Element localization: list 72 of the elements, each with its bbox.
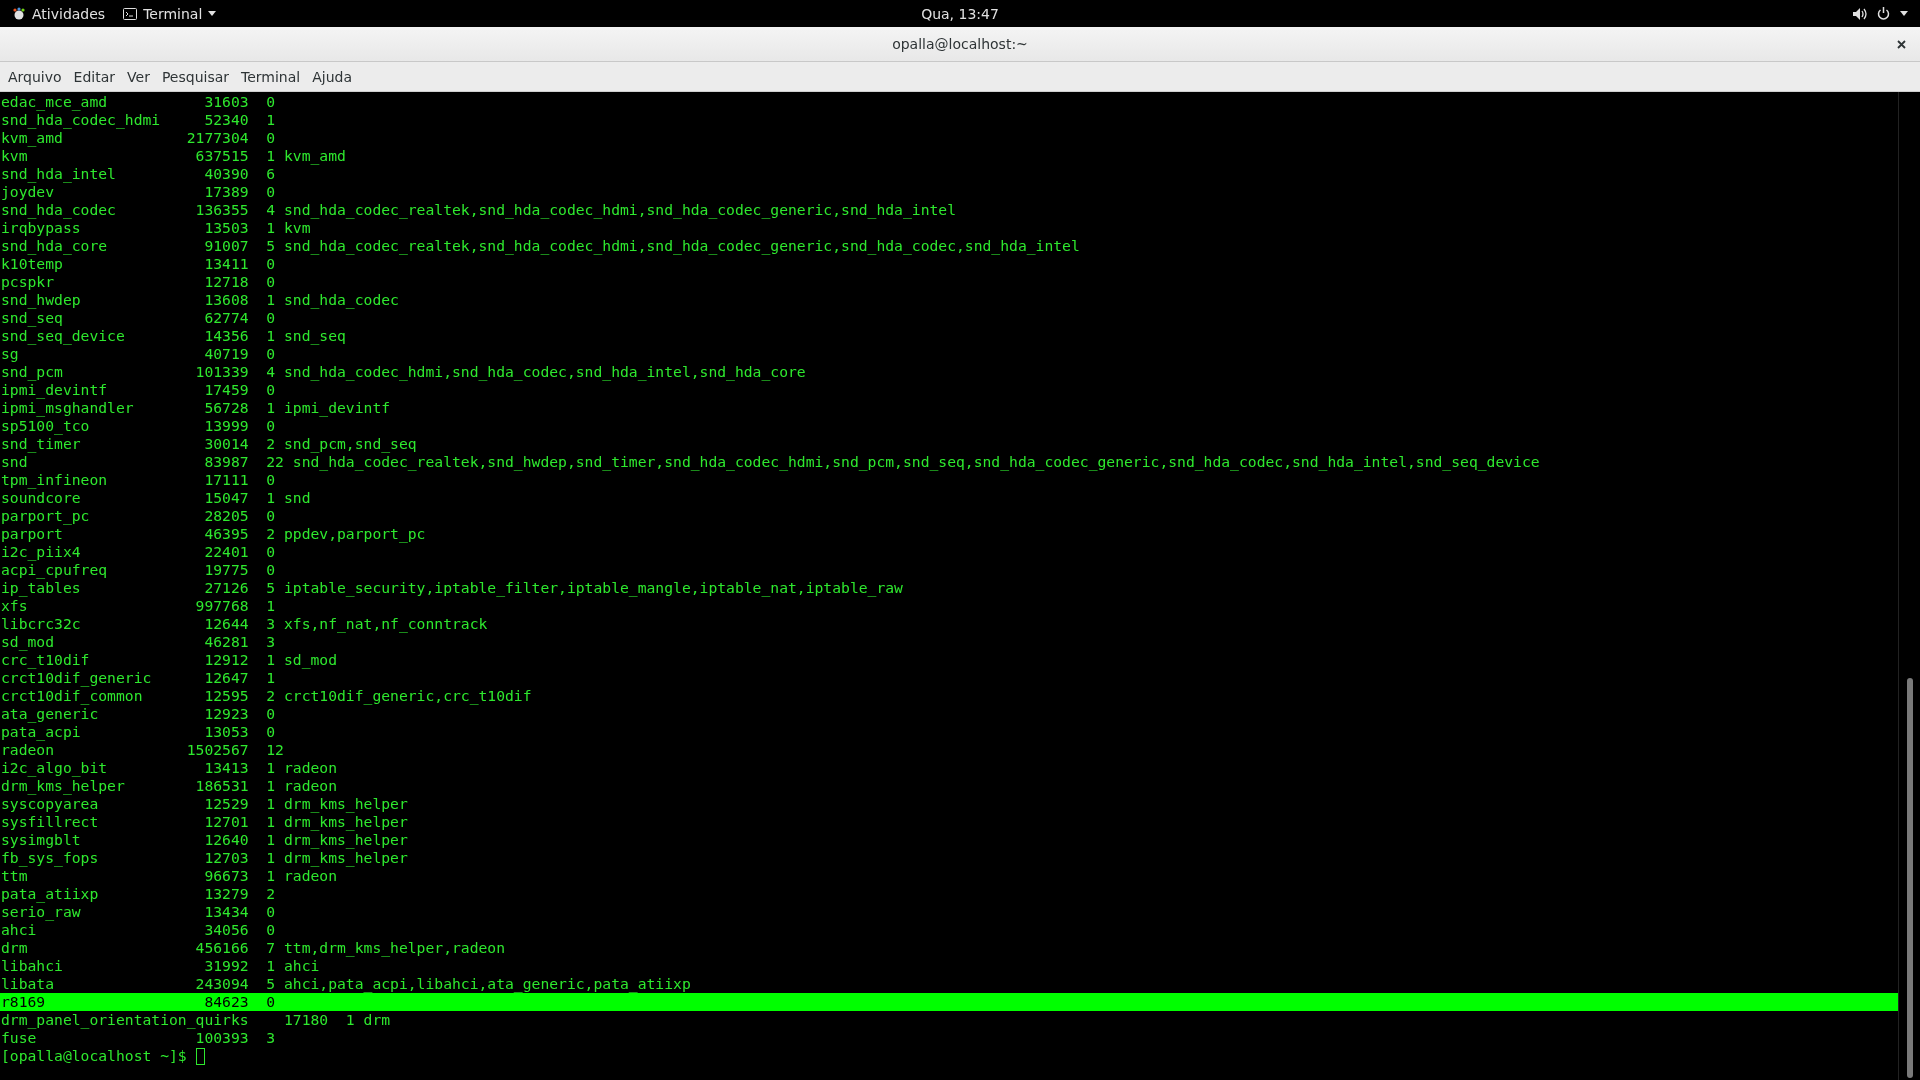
text-cursor [195, 1047, 205, 1065]
terminal-line: soundcore 15047 1 snd [0, 489, 312, 507]
terminal-line: snd_timer 30014 2 snd_pcm,snd_seq [0, 435, 418, 453]
terminal-line: snd 83987 22 snd_hda_codec_realtek,snd_hwdep,snd_timer,snd_hda_codec_hdmi,snd_pcm,snd_seq,snd_hda_codec_generic,snd_hda_codec,snd_hda_intel,snd_seq_device [0, 453, 1541, 471]
terminal-line: radeon 1502567 12 [0, 741, 285, 759]
terminal-line: snd_hda_intel 40390 6 [0, 165, 277, 183]
caret-icon[interactable] [1900, 11, 1908, 16]
foot-logo-icon [12, 6, 26, 21]
terminal-line: syscopyarea 12529 1 drm_kms_helper [0, 795, 409, 813]
terminal-line: ttm 96673 1 radeon [0, 867, 339, 885]
close-icon [1897, 40, 1906, 49]
terminal-line: acpi_cpufreq 19775 0 [0, 561, 277, 579]
terminal-line: snd_hda_codec 136355 4 snd_hda_codec_realtek,snd_hda_codec_hdmi,snd_hda_codec_generic,snd_hda_intel [0, 201, 957, 219]
terminal-line: parport_pc 28205 0 [0, 507, 277, 525]
terminal-line: edac_mce_amd 31603 0 [0, 93, 277, 111]
terminal-line: sysfillrect 12701 1 drm_kms_helper [0, 813, 409, 831]
window-title: opalla@localhost:~ [892, 36, 1028, 52]
terminal-line: ahci 34056 0 [0, 921, 277, 939]
menu-item[interactable]: Terminal [235, 64, 307, 89]
terminal-line: fb_sys_fops 12703 1 drm_kms_helper [0, 849, 409, 867]
terminal-line: tpm_infineon 17111 0 [0, 471, 277, 489]
terminal-line: snd_seq_device 14356 1 snd_seq [0, 327, 347, 345]
terminal-line: libata 243094 5 ahci,pata_acpi,libahci,ata_generic,pata_atiixp [0, 975, 692, 993]
menu-item[interactable]: Editar [67, 64, 122, 89]
terminal-line: snd_seq 62774 0 [0, 309, 277, 327]
terminal-line: joydev 17389 0 [0, 183, 277, 201]
terminal-line: ipmi_devintf 17459 0 [0, 381, 277, 399]
terminal-line: sd_mod 46281 3 [0, 633, 277, 651]
menu-item[interactable]: Ver [121, 64, 156, 89]
terminal-line: sysimgblt 12640 1 drm_kms_helper [0, 831, 409, 849]
menu-item[interactable]: Arquivo [2, 64, 68, 89]
menu-item[interactable]: Ajuda [306, 64, 359, 89]
terminal-line: ata_generic 12923 0 [0, 705, 277, 723]
terminal-line: i2c_algo_bit 13413 1 radeon [0, 759, 339, 777]
shell-prompt: [opalla@localhost ~]$ [0, 1047, 187, 1065]
terminal-line: snd_hda_core 91007 5 snd_hda_codec_realtek,snd_hda_codec_hdmi,snd_hda_codec_generic,snd_hda_codec,snd_hda_intel [0, 237, 1081, 255]
terminal-line: serio_raw 13434 0 [0, 903, 277, 921]
terminal-line: fuse 100393 3 [0, 1029, 277, 1047]
terminal-line: snd_pcm 101339 4 snd_hda_codec_hdmi,snd_hda_codec,snd_hda_intel,snd_hda_core [0, 363, 807, 381]
terminal-line: sp5100_tco 13999 0 [0, 417, 277, 435]
terminal-line: drm 456166 7 ttm,drm_kms_helper,radeon [0, 939, 507, 957]
terminal-line: irqbypass 13503 1 kvm [0, 219, 312, 237]
terminal-line: pata_atiixp 13279 2 [0, 885, 277, 903]
terminal-line: kvm 637515 1 kvm_amd [0, 147, 347, 165]
terminal-line: crct10dif_common 12595 2 crct10dif_generic,crc_t10dif [0, 687, 533, 705]
terminal-line: pcspkr 12718 0 [0, 273, 277, 291]
volume-icon[interactable] [1853, 7, 1867, 20]
terminal-line: xfs 997768 1 [0, 597, 277, 615]
terminal-line: libcrc32c 12644 3 xfs,nf_nat,nf_conntrack [0, 615, 489, 633]
terminal-line: ipmi_msghandler 56728 1 ipmi_devintf [0, 399, 392, 417]
terminal-line: crc_t10dif 12912 1 sd_mod [0, 651, 339, 669]
activities-button[interactable]: Atividades [8, 3, 110, 24]
terminal-line: kvm_amd 2177304 0 [0, 129, 277, 147]
terminal-icon [123, 7, 138, 20]
terminal-line: snd_hwdep 13608 1 snd_hda_codec [0, 291, 400, 309]
terminal-line: pata_acpi 13053 0 [0, 723, 277, 741]
terminal-line: i2c_piix4 22401 0 [0, 543, 277, 561]
terminal-line: drm_panel_orientation_quirks 17180 1 drm [0, 1011, 392, 1029]
menu-item[interactable]: Pesquisar [155, 64, 236, 89]
clock[interactable]: Qua, 13:47 [921, 5, 999, 22]
caret-icon [208, 11, 217, 16]
scrollbar-thumb[interactable] [1906, 678, 1913, 1078]
terminal-line: crct10dif_generic 12647 1 [0, 669, 277, 687]
terminal-line: parport 46395 2 ppdev,parport_pc [0, 525, 427, 543]
terminal-line: k10temp 13411 0 [0, 255, 277, 273]
power-icon[interactable] [1877, 7, 1890, 20]
app-menu-button[interactable]: Terminal [119, 3, 221, 24]
terminal-line: drm_kms_helper 186531 1 radeon [0, 777, 339, 795]
terminal-line: libahci 31992 1 ahci [0, 957, 321, 975]
terminal-line: snd_hda_codec_hdmi 52340 1 [0, 111, 277, 129]
terminal-line: ip_tables 27126 5 iptable_security,iptable_filter,iptable_mangle,iptable_nat,iptable_raw [0, 579, 904, 597]
terminal-line: sg 40719 0 [0, 345, 277, 363]
